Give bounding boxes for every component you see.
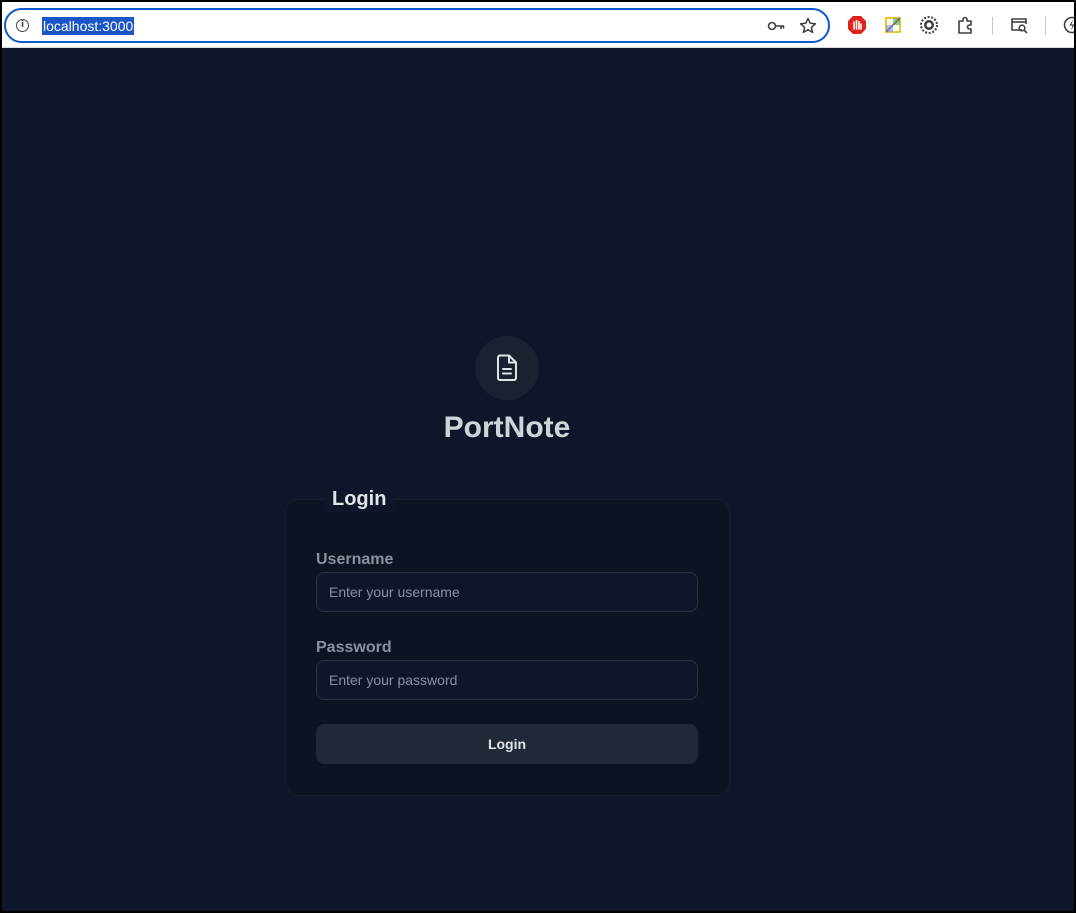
app-logo: [475, 336, 539, 400]
username-label: Username: [316, 551, 394, 568]
sun-extension-icon[interactable]: [919, 15, 939, 35]
bookmark-star-icon[interactable]: [798, 16, 818, 36]
extensions-puzzle-icon[interactable]: [955, 15, 975, 35]
url-text[interactable]: localhost:3000: [42, 17, 135, 35]
password-label: Password: [316, 639, 392, 656]
browser-window: i localhost:3000 PortNote Login Username…: [0, 0, 1076, 913]
browser-toolbar: i localhost:3000: [2, 2, 1074, 48]
password-key-icon[interactable]: [766, 16, 786, 36]
performance-icon[interactable]: [1062, 15, 1074, 35]
login-button[interactable]: Login: [316, 724, 698, 764]
color-picker-extension-icon[interactable]: [883, 15, 903, 35]
toolbar-divider: [992, 17, 993, 35]
adblock-extension-icon[interactable]: [847, 15, 867, 35]
toolbar-divider: [1045, 17, 1046, 35]
address-bar[interactable]: i localhost:3000: [4, 8, 830, 43]
tab-search-icon[interactable]: [1009, 15, 1029, 35]
password-input[interactable]: [316, 660, 698, 700]
file-text-icon: [497, 354, 517, 381]
app-title: PortNote: [443, 411, 571, 444]
login-card-title: Login: [324, 486, 395, 512]
username-input[interactable]: [316, 572, 698, 612]
site-info-icon[interactable]: i: [16, 19, 29, 32]
